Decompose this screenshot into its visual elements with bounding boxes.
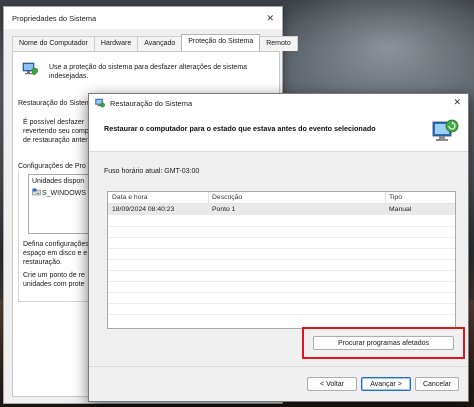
tab-strip: Nome do Computador Hardware Avançado Pro… xyxy=(12,34,298,51)
computer-shield-icon xyxy=(22,62,38,76)
restore-desc-line-1: É possível desfazer xyxy=(23,119,85,126)
row-type: Manual xyxy=(389,206,412,213)
config-desc-line-1: Defina configurações xyxy=(23,241,89,248)
restore-points-table: Data e hora Descrição Tipo 18/09/2024 08… xyxy=(107,191,456,329)
column-header-type[interactable]: Tipo xyxy=(389,194,402,201)
drives-list-header: Unidades dispon xyxy=(32,178,85,185)
system-properties-title: Propriedades do Sistema xyxy=(12,13,97,23)
scan-affected-programs-button[interactable]: Procurar programas afetados xyxy=(313,336,454,350)
column-header-date[interactable]: Data e hora xyxy=(112,194,148,201)
drive-icon xyxy=(32,188,41,196)
row-description: Ponto 1 xyxy=(212,206,236,213)
table-gridline xyxy=(108,314,455,315)
dialog-heading: Restaurar o computador para o estado que… xyxy=(104,124,376,133)
restore-header-icon xyxy=(432,119,459,141)
table-gridline xyxy=(108,281,455,282)
restore-desc-line-3: de restauração anter xyxy=(23,137,88,144)
table-gridline xyxy=(108,259,455,260)
table-gridline xyxy=(108,270,455,271)
column-separator[interactable] xyxy=(208,192,209,204)
cancel-button[interactable]: Cancelar xyxy=(415,377,459,391)
close-icon[interactable]: ✕ xyxy=(266,13,274,24)
restore-section-label: Restauração do Sistem xyxy=(18,100,91,107)
system-restore-icon xyxy=(95,98,105,108)
close-icon[interactable]: ✕ xyxy=(453,97,461,108)
column-header-description[interactable]: Descrição xyxy=(212,194,242,201)
tab-advanced[interactable]: Avançado xyxy=(137,36,183,51)
tab-computer-name[interactable]: Nome do Computador xyxy=(12,36,95,51)
column-separator[interactable] xyxy=(385,192,386,204)
config-section-label: Configurações de Pro xyxy=(18,162,88,171)
restore-desc-line-2: revertendo seu compt xyxy=(23,128,91,135)
table-gridline xyxy=(108,237,455,238)
create-desc-line-2: unidades com prote xyxy=(23,281,85,288)
back-button[interactable]: < Voltar xyxy=(307,377,357,391)
tab-hardware[interactable]: Hardware xyxy=(93,36,139,51)
table-header: Data e hora Descrição Tipo xyxy=(108,192,455,204)
intro-line-2: indesejadas. xyxy=(49,73,89,80)
table-row[interactable]: 18/09/2024 08:40:23 Ponto 1 Manual xyxy=(108,204,455,215)
config-desc-line-3: restauração. xyxy=(23,259,62,266)
drive-label[interactable]: S_WINDOWS xyxy=(42,189,86,198)
timezone-label: Fuso horário atual: GMT-03:00 xyxy=(104,168,200,175)
table-gridline xyxy=(108,303,455,304)
system-properties-titlebar: Propriedades do Sistema xyxy=(4,7,282,29)
system-restore-titlebar: Restauração do Sistema xyxy=(89,94,468,112)
next-button[interactable]: Avançar > xyxy=(361,377,411,391)
config-desc-line-2: espaço em disco e e xyxy=(23,250,88,257)
footer-separator xyxy=(89,366,468,367)
tab-remote[interactable]: Remoto xyxy=(259,36,298,51)
system-restore-title: Restauração do Sistema xyxy=(110,98,193,108)
table-gridline xyxy=(108,248,455,249)
tab-system-protection[interactable]: Proteção do Sistema xyxy=(181,34,261,51)
table-gridline xyxy=(108,226,455,227)
system-restore-dialog: Restauração do Sistema ✕ Restaurar o com… xyxy=(88,93,469,402)
intro-line-1: Use a proteção do sistema para desfazer … xyxy=(49,64,248,71)
row-date: 18/09/2024 08:40:23 xyxy=(112,206,175,213)
table-gridline xyxy=(108,292,455,293)
create-desc-line-1: Crie um ponto de re xyxy=(23,272,85,279)
